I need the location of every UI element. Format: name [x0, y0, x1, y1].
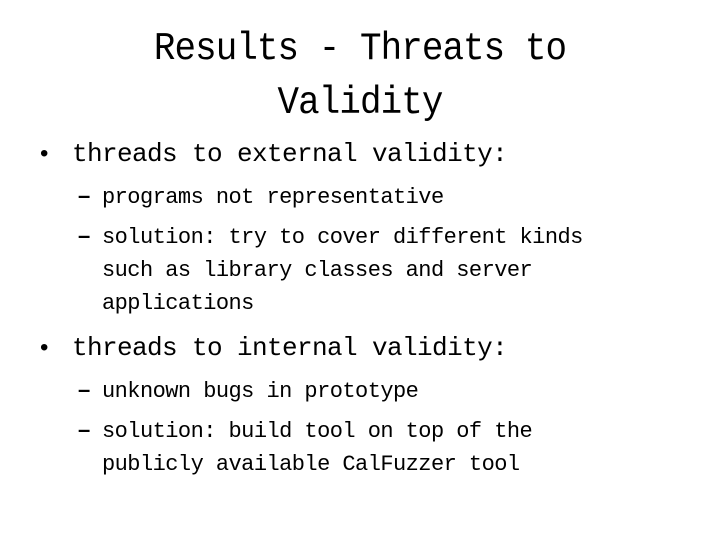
dash-icon: – — [78, 183, 90, 208]
subitem-programs-not-representative: – programs not representative — [78, 179, 444, 214]
subitem-text: unknown bugs in prototype — [102, 379, 419, 404]
subitem-text-line-1: solution: try to cover different kinds — [102, 225, 583, 250]
subitem-text-line-2: such as library classes and server — [102, 258, 533, 283]
bullet-internal-validity: • threads to internal validity: — [40, 333, 508, 363]
subitem-unknown-bugs: – unknown bugs in prototype — [78, 373, 419, 408]
subitem-internal-solution: – solution: build tool on top of the publ… — [78, 413, 533, 481]
bullet-text: threads to internal validity: — [72, 333, 508, 363]
dash-icon: – — [78, 377, 90, 402]
bullet-icon: • — [40, 140, 48, 167]
dash-icon: – — [78, 223, 90, 248]
subitem-text-line-1: solution: build tool on top of the — [102, 419, 533, 444]
slide-title: Results - Threats to Validity — [29, 22, 691, 130]
subitem-text-line-3: applications — [102, 291, 254, 316]
bullet-external-validity: • threads to external validity: — [40, 139, 508, 169]
bullet-icon: • — [40, 334, 48, 361]
subitem-text-line-2: publicly available CalFuzzer tool — [102, 452, 520, 477]
slide-title-line-1: Results - Threats to — [153, 27, 567, 71]
slide-title-line-2: Validity — [277, 81, 444, 125]
subitem-external-solution: – solution: try to cover different kinds … — [78, 219, 583, 320]
subitem-text: programs not representative — [102, 185, 444, 210]
dash-icon: – — [78, 417, 90, 442]
bullet-text: threads to external validity: — [72, 139, 508, 169]
